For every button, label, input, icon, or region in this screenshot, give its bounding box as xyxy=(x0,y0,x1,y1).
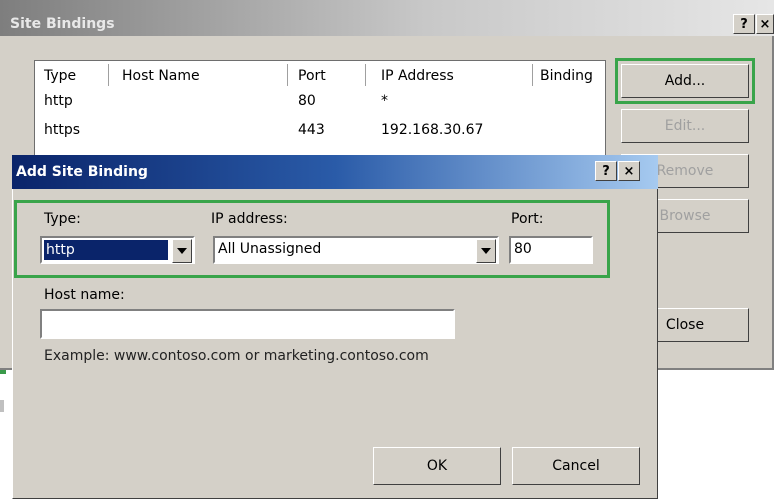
column-separator xyxy=(532,64,533,86)
add-site-binding-title: Add Site Binding xyxy=(16,164,148,180)
ip-address-select-value: All Unassigned xyxy=(218,241,322,257)
ip-address-dropdown-button[interactable] xyxy=(476,239,496,263)
site-bindings-title: Site Bindings xyxy=(10,16,115,32)
row-ip-address: * xyxy=(381,93,388,109)
ok-button[interactable]: OK xyxy=(373,447,501,485)
cancel-button[interactable]: Cancel xyxy=(512,447,640,485)
add-button-highlight xyxy=(615,58,755,104)
row-type[interactable]: http xyxy=(44,93,73,109)
row-ip-address: 192.168.30.67 xyxy=(381,122,484,138)
background-fragment xyxy=(0,400,4,412)
ip-address-label: IP address: xyxy=(211,211,288,227)
port-input[interactable]: 80 xyxy=(509,236,593,264)
site-bindings-close-button[interactable]: × xyxy=(756,14,774,34)
type-select[interactable]: http xyxy=(40,236,195,264)
type-dropdown-button[interactable] xyxy=(172,239,192,263)
dialog-close-button[interactable]: × xyxy=(618,161,640,181)
column-header-ip-address[interactable]: IP Address xyxy=(381,64,454,88)
site-bindings-help-button[interactable]: ? xyxy=(733,14,755,34)
row-port: 443 xyxy=(298,122,325,138)
background-fragment xyxy=(0,370,6,374)
column-header-host-name[interactable]: Host Name xyxy=(122,64,200,88)
type-label: Type: xyxy=(44,211,81,227)
chevron-down-icon xyxy=(177,248,187,254)
chevron-down-icon xyxy=(481,248,491,254)
dialog-help-button[interactable]: ? xyxy=(595,161,617,181)
host-name-example: Example: www.contoso.com or marketing.co… xyxy=(44,348,429,364)
port-label: Port: xyxy=(511,211,544,227)
column-separator xyxy=(108,64,109,86)
row-type[interactable]: https xyxy=(44,122,80,138)
column-header-type[interactable]: Type xyxy=(44,64,76,88)
row-port: 80 xyxy=(298,93,316,109)
column-header-port[interactable]: Port xyxy=(298,64,326,88)
host-name-input[interactable] xyxy=(40,309,455,339)
host-name-label: Host name: xyxy=(44,287,125,303)
site-bindings-titlebar xyxy=(0,0,774,36)
column-header-binding[interactable]: Binding xyxy=(540,64,593,88)
ip-address-select[interactable]: All Unassigned xyxy=(213,236,499,264)
edit-button[interactable]: Edit... xyxy=(621,109,749,143)
column-separator xyxy=(365,64,366,86)
column-separator xyxy=(287,64,288,86)
type-select-value: http xyxy=(44,240,168,260)
